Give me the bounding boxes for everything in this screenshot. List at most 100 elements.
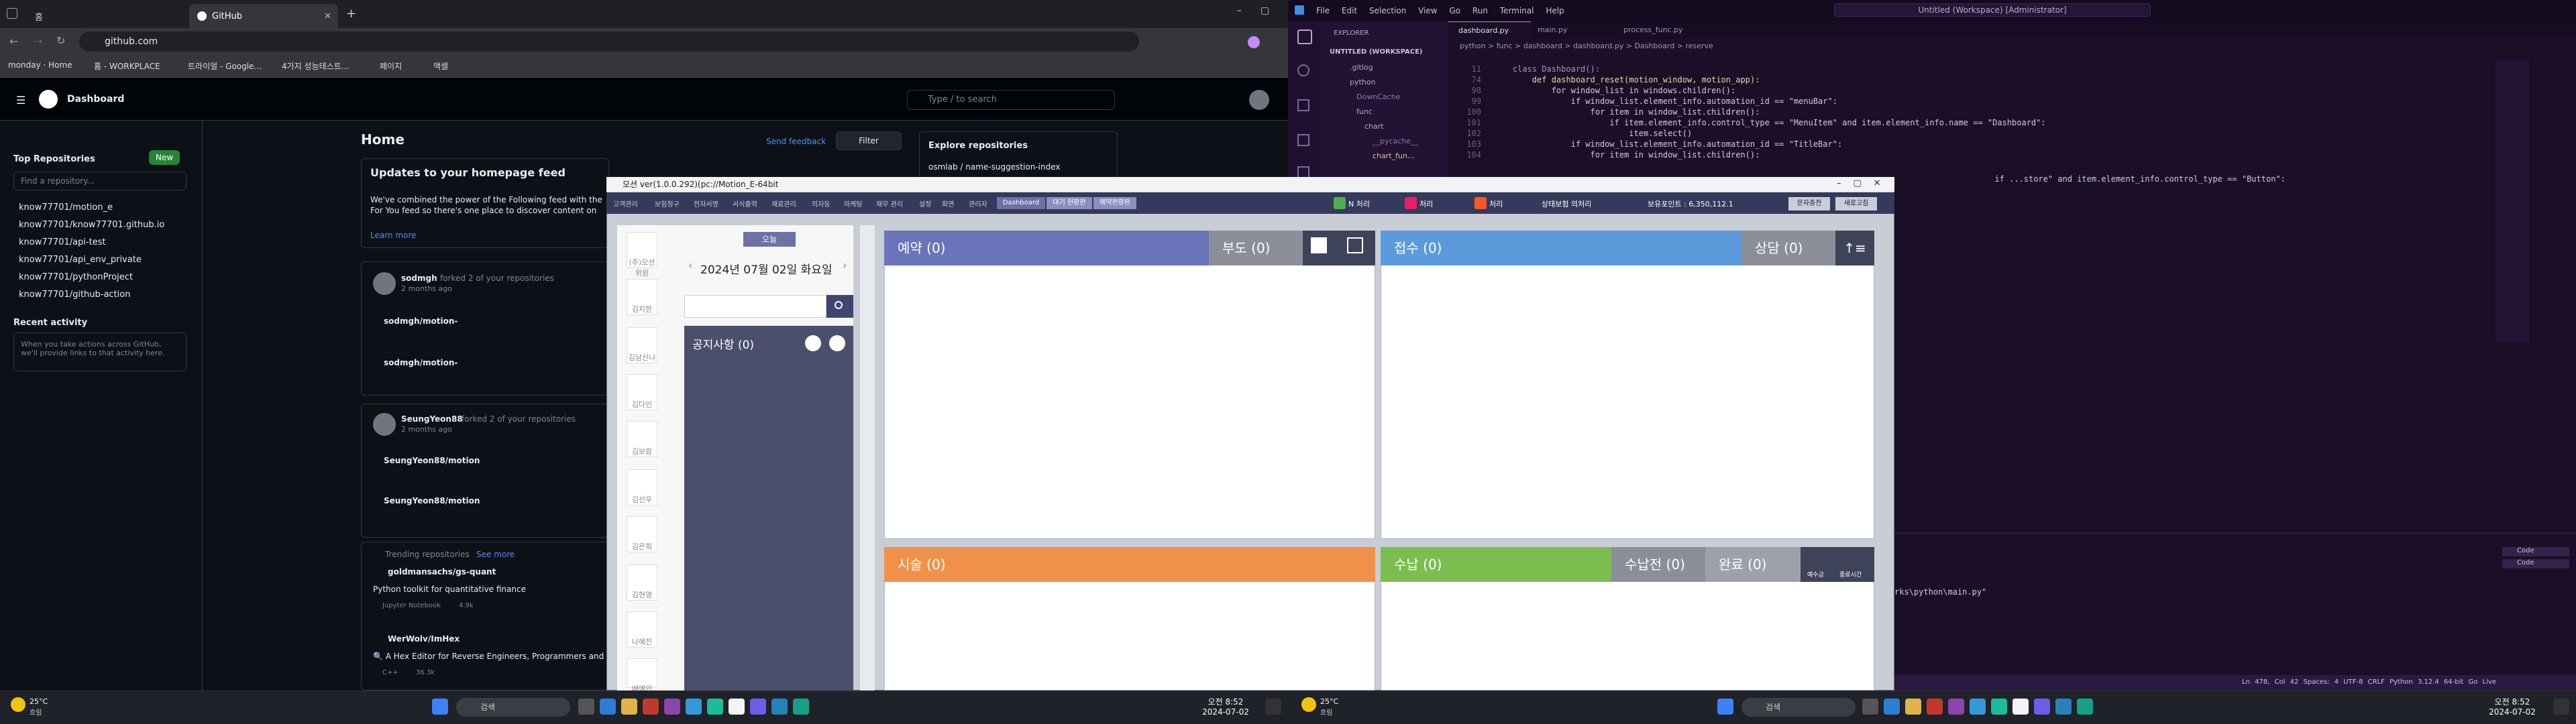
code-line[interactable]: 100 for item in window_list.children(): [1448,107,1760,118]
menu-run[interactable]: Run [1472,6,1488,15]
feed-repo-link[interactable]: SeungYeon88/motion [384,456,480,465]
calendar-icon[interactable] [1474,197,1487,209]
menu-view[interactable]: View [1418,6,1437,15]
app-icon[interactable] [793,699,809,715]
code-line[interactable]: 102 item.select() [1448,129,1692,139]
tree-item[interactable]: python [1350,78,1375,86]
back-icon[interactable]: ← [9,35,18,48]
repo-link[interactable]: know77701/api-test [19,237,106,247]
tree-item[interactable]: __pycache__ [1373,137,1418,145]
code-line[interactable]: 74 def dashboard_reset(motion_window, mo… [1448,75,1760,86]
staff-card[interactable]: (주)모션 위원 [627,232,657,278]
breadcrumb[interactable]: python > func > dashboard > dashboard.py… [1460,42,1713,50]
menu-item[interactable]: 재무 관리 [876,198,903,208]
search-button[interactable] [826,295,853,318]
notification-icon[interactable] [1334,197,1346,209]
clock[interactable]: 오전 8:52 2024-07-02 [2482,697,2542,717]
tree-item[interactable]: chart_fun... [1373,152,1414,160]
repo-link[interactable]: know77701/motion_e [19,202,113,213]
workspace-title[interactable]: UNTITLED (WORKSPACE) [1330,48,1422,56]
new-tab-icon[interactable]: + [346,7,356,21]
menu-item[interactable]: 설정 [919,198,931,208]
send-feedback-link[interactable]: Send feedback [766,137,826,146]
vscode-icon[interactable] [2055,699,2072,715]
bookmark-item[interactable]: monday · Home [8,60,72,70]
minimap[interactable] [2496,60,2529,342]
status-interpreter[interactable]: 3.12.4 64-bit [2418,678,2463,686]
feed-repo-link[interactable]: sodmgh/motion- [384,358,458,367]
code-line[interactable]: if ...store" and item.element_info.contr… [1878,174,2285,185]
terminal-instance[interactable]: Code [2502,559,2569,568]
app-icon[interactable] [2077,699,2093,715]
menu-item[interactable]: 관리자 [969,198,987,208]
tab-dashboard[interactable]: Dashboard [997,197,1045,209]
code-line[interactable]: 99 if window_list.element_info.automatio… [1448,97,1837,107]
done-header[interactable]: 완료 (0) [1705,547,1801,582]
chrome-icon[interactable] [2012,699,2029,715]
today-button[interactable]: 오늘 [743,232,796,247]
staff-card[interactable]: 김선우 [627,469,657,505]
before-pay-header[interactable]: 수납전 (0) [1611,547,1705,582]
github-logo-icon[interactable] [39,90,58,109]
code-line[interactable]: 98 for window_list in windows.children()… [1448,86,1736,97]
app-icon[interactable] [2034,699,2050,715]
taskbar-search[interactable]: 검색 [1741,698,1856,717]
menu-item[interactable]: 서식출력 [733,198,757,208]
avatar[interactable] [1249,90,1269,110]
app-icon[interactable] [1948,699,1964,715]
status-items[interactable]: Ln 478, Col 42 Spaces: 4 UTF-8 CRLF Pyth… [2242,678,2496,686]
app-icon[interactable] [1991,699,2007,715]
vscode-menubar[interactable]: File Edit Selection View Go Run Terminal… [1316,6,1564,15]
menu-item[interactable]: 재료관리 [771,198,796,208]
menu-go[interactable]: Go [1449,6,1460,15]
explore-repo-link[interactable]: osmlab / name-suggestion-index [928,162,1061,172]
chrome-icon[interactable] [729,699,745,715]
code-line[interactable]: 104 for item in window_list.children(): [1448,150,1760,161]
find-repo-input[interactable]: Find a repository... [13,172,186,190]
deposit-button[interactable]: 예수금 [1807,570,1824,579]
sms-charge-button[interactable]: 문자충전 [1788,197,1830,210]
app-icon[interactable] [643,699,659,715]
app-icon[interactable] [1970,699,1986,715]
absent-header[interactable]: 부도 (0) [1209,231,1303,265]
start-icon[interactable] [432,699,448,715]
tab-reserve-board[interactable]: 예약현황판 [1093,197,1136,209]
status-language[interactable]: Python [2390,678,2413,686]
file-explorer-icon[interactable] [621,699,637,715]
search-icon[interactable] [1297,64,1309,76]
menu-item[interactable]: 고객관리 [613,198,638,208]
see-more-link[interactable]: See more [476,550,515,559]
status-go-live[interactable]: Go Live [2469,678,2496,686]
tab-search-icon[interactable] [7,8,17,19]
trending-repo-link[interactable]: WerWolv/ImHex [388,634,460,644]
vscode-icon[interactable] [771,699,788,715]
bookmark-item[interactable]: 4가지 성능테스트... [282,60,349,72]
app-icon[interactable] [750,699,766,715]
weather-icon[interactable] [1301,697,1316,712]
clock[interactable]: 오전 8:52 2024-07-02 [1195,697,1256,717]
prev-date-icon[interactable]: ‹ [688,259,692,272]
menu-item[interactable]: 전자서명 [694,198,718,208]
staff-card[interactable]: 김보람 [627,421,657,457]
feed-repo-link[interactable]: SeungYeon88/motion [384,496,480,505]
bookmark-item[interactable]: 트라이얼 - Google... [188,60,262,72]
weather-temp[interactable]: 25°C [1320,697,1338,706]
feed-user[interactable]: SeungYeon88 [401,414,463,424]
learn-more-link[interactable]: Learn more [370,231,416,240]
forward-icon[interactable]: → [34,35,42,48]
notification-center-icon[interactable] [1265,699,1281,715]
reload-icon[interactable]: ↻ [56,34,65,47]
menu-file[interactable]: File [1316,6,1330,15]
menu-action[interactable]: 처리 [1419,198,1433,209]
taskbar-search[interactable]: 검색 [456,698,570,717]
close-time-button[interactable]: 종료시간 [1839,570,1862,579]
menu-action[interactable]: N 처리 [1348,198,1370,209]
profile-avatar[interactable] [1248,36,1260,48]
run-debug-icon[interactable] [1297,134,1309,146]
tab-github[interactable]: GitHub ✕ [189,4,338,28]
repo-link[interactable]: know77701/pythonProject [19,272,133,282]
tab-wait-board[interactable]: 대기 현황판 [1046,197,1092,209]
app-icon[interactable] [1927,699,1943,715]
staff-card[interactable]: 나혜진 [627,611,657,648]
menu-item[interactable]: 보험청구 [655,198,680,208]
